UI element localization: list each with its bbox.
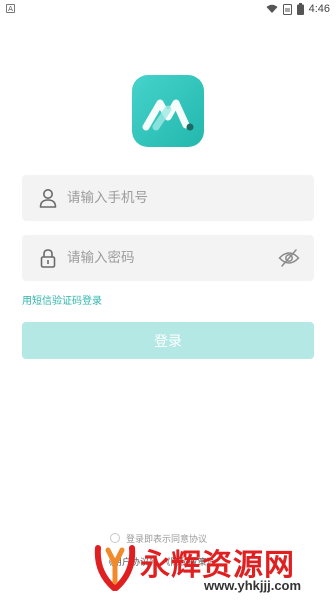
- notification-icon: A: [6, 4, 15, 13]
- battery-icon: [296, 3, 304, 15]
- password-input[interactable]: [67, 235, 267, 281]
- lock-icon: [40, 249, 56, 268]
- watermark-logo-icon: [94, 545, 136, 591]
- user-icon: [39, 189, 57, 208]
- status-icons: 4:46: [266, 2, 330, 16]
- watermark: 永辉资源网 www.yhkjjj.com: [92, 540, 336, 600]
- eye-off-icon[interactable]: [278, 248, 300, 268]
- sms-login-link[interactable]: 用短信验证码登录: [22, 292, 102, 307]
- watermark-url: www.yhkjjj.com: [204, 578, 302, 593]
- login-button[interactable]: 登录: [22, 322, 314, 359]
- sim-icon: [282, 3, 292, 15]
- phone-input[interactable]: [67, 175, 267, 221]
- status-time: 4:46: [308, 3, 330, 15]
- password-input-row[interactable]: [22, 235, 314, 281]
- wifi-icon: [266, 4, 278, 13]
- app-logo: [132, 75, 204, 147]
- status-bar: A 4:46: [0, 0, 336, 18]
- phone-input-row[interactable]: [22, 175, 314, 221]
